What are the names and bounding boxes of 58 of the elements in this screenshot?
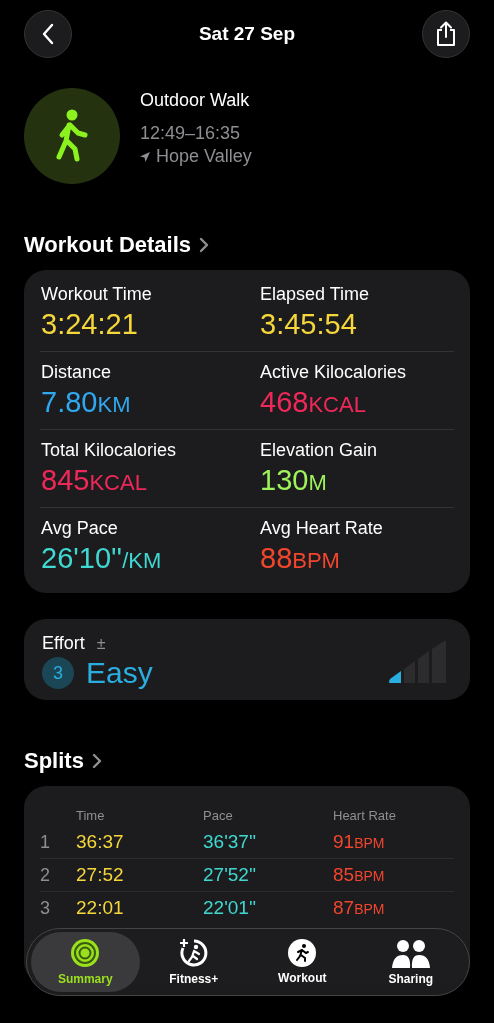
- split-pace: 36'37'': [203, 831, 258, 853]
- share-button[interactable]: [422, 10, 470, 58]
- split-time: 36:37: [76, 831, 125, 853]
- rings-icon: [70, 938, 101, 968]
- runner-icon: [288, 939, 317, 967]
- date-title: Sat 27 Sep: [198, 23, 296, 45]
- effort-meter: [388, 638, 446, 685]
- split-pace: 22'01'': [203, 897, 258, 919]
- metric-value: 3:24:21: [41, 308, 139, 341]
- location: Hope Valley: [156, 146, 252, 167]
- column-header: Time: [76, 807, 106, 823]
- chevron-icon: [91, 753, 102, 769]
- metric-value: 88BPM: [260, 542, 341, 575]
- metric-value: 3:45:54: [260, 308, 358, 341]
- back-button[interactable]: [24, 10, 72, 58]
- back-icon: [41, 23, 55, 45]
- metric-label: Elevation Gain: [260, 440, 379, 461]
- metric-label: Elapsed Time: [260, 284, 371, 305]
- split-heart-rate: 87BPM: [333, 897, 386, 919]
- splits-link[interactable]: Splits: [24, 748, 102, 774]
- split-number: 1: [40, 831, 51, 853]
- split-number: 3: [40, 897, 51, 919]
- chevron-icon: [199, 237, 210, 253]
- metric-label: Total Kilocalories: [41, 440, 178, 461]
- split-heart-rate: 91BPM: [333, 831, 386, 853]
- split-time: 27:52: [76, 864, 125, 886]
- location-arrow-icon: [140, 151, 150, 162]
- metric-label: Distance: [41, 362, 113, 383]
- runner-circle-icon: [178, 938, 209, 968]
- workout-name: Outdoor Walk: [140, 90, 251, 111]
- metric-value: 26'10''/KM: [41, 542, 163, 575]
- tab[interactable]: Summary: [31, 932, 140, 992]
- metric-label: Avg Heart Rate: [260, 518, 384, 539]
- effort-label: Effort: [42, 633, 85, 654]
- metric-value: 845KCAL: [41, 464, 148, 497]
- time-range: 12:49–16:35: [140, 123, 242, 144]
- adjust-symbol[interactable]: ±: [96, 634, 106, 653]
- tab[interactable]: Sharing: [356, 932, 465, 992]
- metric-label: Workout Time: [41, 284, 153, 305]
- split-heart-rate: 85BPM: [333, 864, 386, 886]
- column-header: Heart Rate: [333, 807, 397, 823]
- tab[interactable]: Workout: [248, 932, 357, 992]
- workout-details-link[interactable]: Workout Details: [24, 232, 210, 258]
- people-icon: [391, 938, 430, 968]
- split-time: 22:01: [76, 897, 125, 919]
- share-icon: [435, 21, 457, 47]
- metric-label: Avg Pace: [41, 518, 119, 539]
- effort-rating: Easy: [86, 656, 153, 690]
- walking-person-icon: [55, 109, 89, 163]
- metric-value: 130M: [260, 464, 328, 497]
- metric-value: 468KCAL: [260, 386, 367, 419]
- split-number: 2: [40, 864, 51, 886]
- split-pace: 27'52'': [203, 864, 258, 886]
- metric-label: Active Kilocalories: [260, 362, 408, 383]
- tab[interactable]: Fitness+: [139, 932, 248, 992]
- column-header: Pace: [203, 807, 234, 823]
- effort-score: 3: [42, 657, 74, 689]
- metric-value: 7.80KM: [41, 386, 132, 419]
